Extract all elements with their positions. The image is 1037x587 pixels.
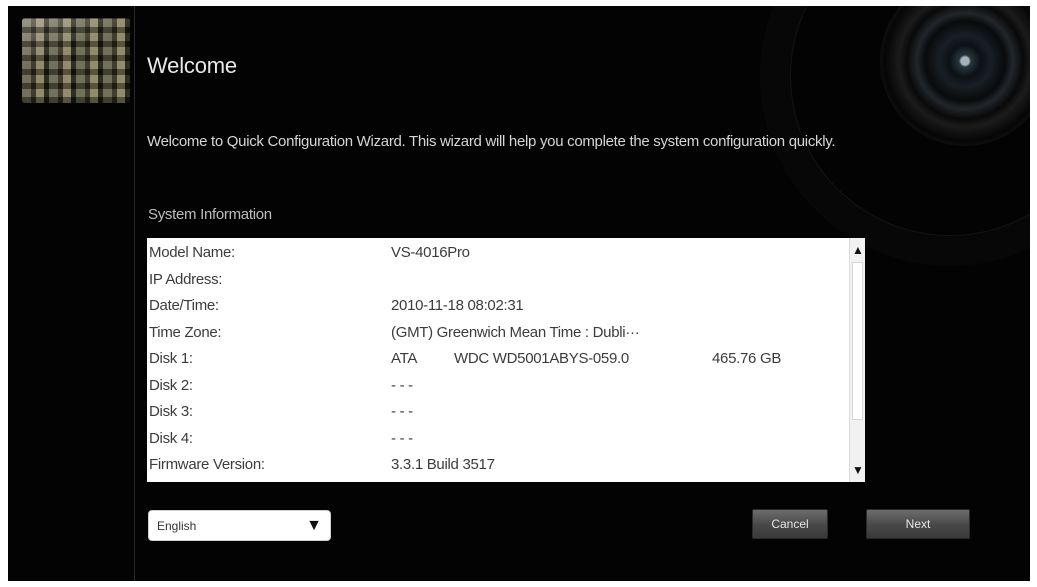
language-select[interactable]: English ▼ <box>148 510 331 541</box>
info-value: 3.3.1 Build 3517 <box>391 456 495 473</box>
wizard-window: Welcome Welcome to Quick Configuration W… <box>8 6 1030 581</box>
surveillance-thumbnail-image <box>22 18 130 103</box>
info-label: Disk 1: <box>149 350 193 367</box>
system-info-heading: System Information <box>148 206 272 223</box>
info-value: (GMT) Greenwich Mean Time : Dubli··· <box>391 323 640 341</box>
dropdown-arrow-icon[interactable]: ▼ <box>306 517 322 535</box>
disk-interface: ATA <box>391 350 418 367</box>
info-row-date-time: Date/Time: 2010-11-18 08:02:31 <box>147 293 847 320</box>
info-label: Disk 2: <box>149 376 193 394</box>
info-row-firmware-version: Firmware Version: 3.3.1 Build 3517 <box>147 452 847 479</box>
info-row-disk-4: Disk 4: - - - <box>147 426 847 453</box>
disk-capacity: 465.76 GB <box>712 350 782 367</box>
arrow-down-icon[interactable]: ▼ <box>850 460 865 480</box>
info-row-disk-2: Disk 2: - - - <box>147 373 847 400</box>
info-label: Disk 4: <box>149 429 193 447</box>
info-label: Firmware Version: <box>149 456 265 473</box>
info-value: 2010-11-18 08:02:31 <box>391 297 524 314</box>
intro-text: Welcome to Quick Configuration Wizard. T… <box>147 133 836 150</box>
info-label: Date/Time: <box>149 297 219 314</box>
info-row-time-zone: Time Zone: (GMT) Greenwich Mean Time : D… <box>147 320 847 347</box>
language-select-value: English <box>157 519 197 533</box>
info-value: VS-4016Pro <box>391 244 470 261</box>
arrow-up-icon[interactable]: ▲ <box>850 240 865 260</box>
info-value: - - - <box>391 376 413 394</box>
info-label: Model Name: <box>149 244 235 261</box>
info-row-disk-3: Disk 3: - - - <box>147 399 847 426</box>
info-label: IP Address: <box>149 270 223 288</box>
system-info-list: Model Name: VS-4016Pro IP Address: Date/… <box>147 238 865 482</box>
info-row-model-name: Model Name: VS-4016Pro <box>147 240 847 267</box>
info-scrollbar[interactable]: ▲ ▼ <box>849 238 865 482</box>
info-row-ip-address: IP Address: <box>147 267 847 294</box>
info-label: Disk 3: <box>149 403 193 420</box>
cancel-button[interactable]: Cancel <box>752 509 828 539</box>
disk-model: WDC WD5001ABYS-059.0 <box>454 350 629 367</box>
scrollbar-thumb[interactable] <box>852 262 863 420</box>
vertical-divider <box>134 6 135 581</box>
page-title: Welcome <box>147 53 237 78</box>
info-value: - - - <box>391 429 413 447</box>
info-value: - - - <box>391 403 413 420</box>
next-button[interactable]: Next <box>866 509 970 539</box>
info-row-disk-1: Disk 1: ATA WDC WD5001ABYS-059.0 465.76 … <box>147 346 847 373</box>
info-label: Time Zone: <box>149 323 222 341</box>
